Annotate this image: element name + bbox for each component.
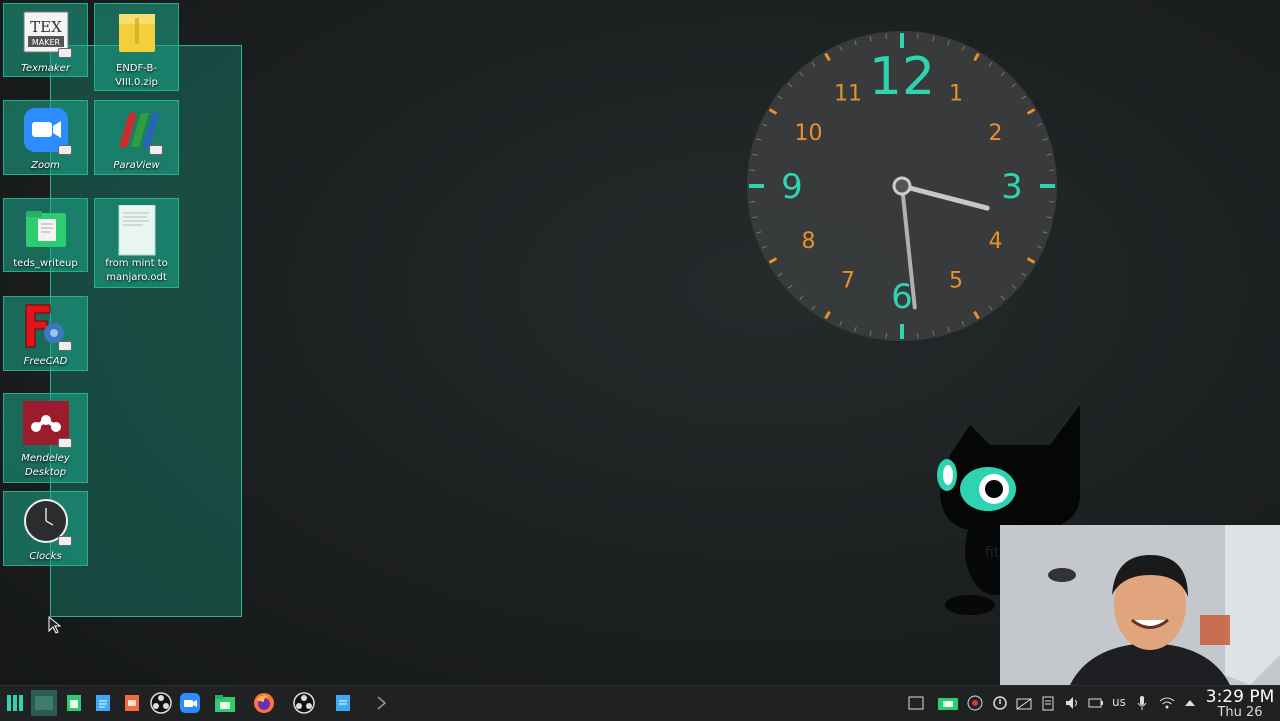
- svg-text:fit: fit: [985, 545, 1000, 561]
- desktop-icon-label: Texmaker: [21, 63, 70, 74]
- texmaker-icon: TEX MAKER: [22, 10, 72, 58]
- document-icon: [113, 204, 161, 256]
- clock-face: 12 1234567891011: [747, 31, 1057, 341]
- desktop-icon-texmaker[interactable]: TEX MAKER Texmaker: [3, 3, 88, 77]
- microphone-icon[interactable]: [1134, 695, 1150, 711]
- clocks-icon: [22, 498, 72, 546]
- clock-date[interactable]: Thu 26: [1200, 705, 1280, 720]
- desktop[interactable]: TEX MAKER Texmaker ENDF-B-VIII.0.zip Zoo…: [0, 0, 1280, 685]
- desktop-icon-label: ENDF-B-VIII.0.zip: [115, 63, 158, 88]
- obs-studio-window-icon[interactable]: [291, 690, 317, 716]
- obs-studio-icon[interactable]: [148, 690, 174, 716]
- desktop-icon-label: teds_writeup: [13, 258, 78, 269]
- clock-tick: [885, 333, 888, 339]
- clock-number: 2: [989, 121, 1003, 146]
- clock-number: 5: [949, 269, 963, 294]
- expand-tray-chevron-icon[interactable]: [1182, 695, 1198, 711]
- desktop-icon-label: Mendeley Desktop: [21, 453, 70, 478]
- record-icon[interactable]: [967, 695, 983, 711]
- clock-tick: [916, 33, 919, 39]
- analog-clock-widget[interactable]: 12 1 2 3 4 5 6 7 8 9 10 11: [746, 30, 1058, 342]
- mouse-cursor-icon: [48, 615, 62, 638]
- desktop-icon-clocks[interactable]: Clocks: [3, 491, 88, 566]
- file-manager-tray-icon[interactable]: [937, 695, 959, 711]
- clock-tick: [749, 169, 755, 172]
- clock-number: 7: [841, 269, 855, 294]
- desktop-icon-freecad[interactable]: FreeCAD: [3, 296, 88, 371]
- zip-archive-icon: [113, 10, 161, 58]
- mendeley-icon: [22, 400, 72, 448]
- clock-number: 1: [949, 81, 963, 106]
- presentation-icon[interactable]: [119, 690, 145, 716]
- desktop-icon-label: Zoom: [31, 160, 60, 171]
- clipboard-icon[interactable]: [1040, 695, 1056, 711]
- text-document-icon[interactable]: [90, 690, 116, 716]
- desktop-icon-label: Clocks: [29, 551, 62, 562]
- spreadsheet-icon[interactable]: [61, 690, 87, 716]
- clock-number: 8: [801, 229, 815, 254]
- clock-number: 3: [1001, 167, 1023, 207]
- clock-number: 9: [781, 167, 803, 207]
- clock-tick: [1049, 200, 1055, 203]
- paraview-icon: [113, 107, 163, 155]
- folder-icon: [22, 205, 70, 253]
- desktop-pager-icon[interactable]: [31, 690, 57, 716]
- zoom-icon: [22, 107, 72, 155]
- terminal-icon[interactable]: [369, 690, 395, 716]
- battery-icon[interactable]: [1088, 695, 1104, 711]
- clock-tick: [916, 333, 919, 339]
- clock-number: 10: [794, 121, 822, 146]
- desktop-icon-paraview[interactable]: ParaView: [94, 100, 179, 175]
- clock-tick: [749, 200, 755, 203]
- clock-center-pin: [892, 176, 912, 196]
- wifi-icon[interactable]: [1159, 695, 1175, 711]
- taskbar: us 3:29 PM Thu 26: [0, 685, 1280, 721]
- desktop-icon-teds-writeup[interactable]: teds_writeup: [3, 198, 88, 272]
- firefox-icon[interactable]: [251, 690, 277, 716]
- clock-tick: [885, 33, 888, 39]
- screenshot-icon[interactable]: [1016, 695, 1032, 711]
- webcam-overlay: [1000, 525, 1280, 685]
- application-menu-icon[interactable]: [2, 690, 28, 716]
- desktop-icon-label: FreeCAD: [23, 356, 68, 367]
- clock-time[interactable]: 3:29 PM: [1200, 687, 1280, 707]
- desktop-icon-endf-zip[interactable]: ENDF-B-VIII.0.zip: [94, 3, 179, 91]
- clock-tick: [1049, 169, 1055, 172]
- desktop-icon-zoom[interactable]: Zoom: [3, 100, 88, 175]
- svg-text:TEX: TEX: [30, 18, 62, 36]
- volume-icon[interactable]: [1064, 695, 1080, 711]
- desktop-icon-label: from mint to manjaro.odt: [105, 258, 168, 283]
- zoom-icon[interactable]: [177, 690, 203, 716]
- desktop-icon-mendeley[interactable]: Mendeley Desktop: [3, 393, 88, 483]
- desktop-icon-from-mint-to-manjaro[interactable]: from mint to manjaro.odt: [94, 198, 179, 288]
- updates-icon[interactable]: [992, 695, 1008, 711]
- freecad-icon: [22, 303, 72, 351]
- clock-number: 4: [989, 229, 1003, 254]
- show-desktop-icon[interactable]: [908, 695, 924, 711]
- desktop-icon-label: ParaView: [113, 160, 160, 171]
- keyboard-layout-indicator[interactable]: us: [1112, 695, 1126, 709]
- clock-number: 12: [869, 47, 935, 107]
- writer-window-icon[interactable]: [330, 690, 356, 716]
- clock-number: 6: [891, 277, 913, 317]
- clock-number: 11: [834, 81, 862, 106]
- svg-text:MAKER: MAKER: [31, 38, 60, 47]
- file-manager-icon[interactable]: [212, 690, 238, 716]
